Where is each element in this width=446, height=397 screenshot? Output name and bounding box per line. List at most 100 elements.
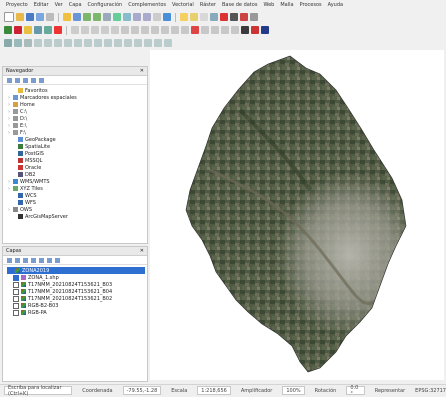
deselect-icon[interactable]	[200, 13, 208, 21]
navigator-item[interactable]: › WMS/WMTS	[7, 178, 145, 185]
navigator-item[interactable]: › F:\	[7, 129, 145, 136]
navigator-item[interactable]: › D:\	[7, 115, 145, 122]
vertex-tool-icon[interactable]	[4, 39, 12, 47]
plugin-4-icon[interactable]	[231, 26, 239, 34]
menu-item[interactable]: Capa	[69, 2, 82, 8]
navigator-item[interactable]: WFS	[7, 199, 145, 206]
pan-icon[interactable]	[63, 13, 71, 21]
split-features-icon[interactable]	[114, 39, 122, 47]
navigator-item[interactable]: Oracle	[7, 164, 145, 171]
add-group-icon[interactable]	[15, 257, 20, 263]
label-icon[interactable]	[121, 26, 129, 34]
menu-item[interactable]: Ayuda	[328, 2, 343, 8]
layer-styling-icon[interactable]	[7, 257, 12, 263]
render-checkbox-label[interactable]: Representar	[375, 388, 405, 394]
fill-ring-icon[interactable]	[64, 39, 72, 47]
new-project-icon[interactable]	[4, 12, 14, 22]
refresh-icon[interactable]	[7, 77, 12, 83]
redo-icon[interactable]	[111, 26, 119, 34]
layer-item[interactable]: ZONA2019	[7, 267, 145, 274]
rotate-feature-icon[interactable]	[24, 39, 32, 47]
expand-arrow-icon[interactable]: ›	[7, 179, 11, 185]
navigator-item[interactable]: ArcGisMapServer	[7, 213, 145, 220]
new-map-view-icon[interactable]	[153, 13, 161, 21]
expand-all-icon[interactable]	[39, 257, 44, 263]
menu-item[interactable]: Editar	[34, 2, 49, 8]
navigator-item[interactable]: WCS	[7, 192, 145, 199]
save-project-icon[interactable]	[26, 13, 34, 21]
navigator-item[interactable]: › OWS	[7, 206, 145, 213]
expand-arrow-icon[interactable]: ›	[7, 186, 11, 192]
attribute-table-icon[interactable]	[210, 13, 218, 21]
scale-field[interactable]: 1:218,656	[197, 386, 231, 395]
navigator-item[interactable]: MSSQL	[7, 157, 145, 164]
rotate-point-icon[interactable]	[154, 39, 162, 47]
statistics-icon[interactable]	[220, 13, 228, 21]
simplify-icon[interactable]	[34, 39, 42, 47]
navigator-item[interactable]: › C:\	[7, 108, 145, 115]
zoom-rubberband-icon[interactable]	[103, 13, 111, 21]
move-feature-icon[interactable]	[14, 39, 22, 47]
layer-item[interactable]: ZONA_1.shp	[7, 274, 145, 281]
rotation-field[interactable]: 0.0 °	[346, 385, 365, 397]
layer-item[interactable]: RGB-PA	[7, 309, 145, 316]
collapse-all-icon[interactable]	[23, 77, 28, 83]
label-move-icon[interactable]	[151, 26, 159, 34]
expand-arrow-icon[interactable]: ›	[7, 109, 11, 115]
edit-icon[interactable]	[24, 26, 32, 34]
locator-search-input[interactable]: Escriba para localizar (Ctrl+K)	[4, 385, 73, 397]
layer-item[interactable]: RGB-B2-B03	[7, 302, 145, 309]
save-as-icon[interactable]	[36, 13, 44, 21]
delete-feature-icon[interactable]	[54, 26, 62, 34]
python-console-icon[interactable]	[191, 26, 199, 34]
select-features-icon[interactable]	[190, 13, 198, 21]
remove-layer-icon[interactable]	[55, 257, 60, 263]
copy-icon[interactable]	[81, 26, 89, 34]
layer-item[interactable]: T17NMM_20210824T153621_B02	[7, 295, 145, 302]
filter-legend-icon[interactable]	[31, 257, 36, 263]
delete-ring-icon[interactable]	[74, 39, 82, 47]
filter-icon[interactable]	[15, 77, 20, 83]
map-canvas[interactable]	[150, 50, 444, 380]
coordinate-field[interactable]: -79.55,-1.28	[122, 386, 162, 395]
expand-arrow-icon[interactable]: ›	[7, 123, 11, 129]
expand-arrow-icon[interactable]: ›	[7, 95, 11, 101]
plugin-7-icon[interactable]	[261, 26, 269, 34]
plugin-2-icon[interactable]	[211, 26, 219, 34]
navigator-item[interactable]: PostGIS	[7, 150, 145, 157]
help-icon[interactable]	[39, 77, 44, 83]
magnifier-field[interactable]: 100%	[282, 386, 305, 395]
expand-arrow-icon[interactable]: ›	[7, 130, 11, 136]
layer-visibility-checkbox[interactable]	[13, 288, 19, 295]
zoom-last-icon[interactable]	[133, 13, 141, 21]
expand-arrow-icon[interactable]: ›	[7, 102, 11, 108]
navigator-item[interactable]: Favoritos	[7, 87, 145, 94]
collapse-all-icon[interactable]	[47, 257, 52, 263]
layer-visibility-checkbox[interactable]	[13, 302, 19, 309]
expand-arrow-icon[interactable]: ›	[7, 207, 11, 213]
text-annotation-icon[interactable]	[250, 13, 258, 21]
layer-visibility-checkbox[interactable]	[13, 274, 19, 281]
add-feature-icon[interactable]	[44, 26, 52, 34]
zoom-next-icon[interactable]	[143, 13, 151, 21]
expand-arrow-icon[interactable]: ›	[7, 116, 11, 122]
layer-visibility-checkbox[interactable]	[13, 281, 19, 288]
properties-icon[interactable]	[31, 77, 36, 83]
layer-item[interactable]: T17NMM_20210824T153621_B03	[7, 281, 145, 288]
panel-close-icon[interactable]: ✕	[140, 248, 144, 254]
add-ring-icon[interactable]	[44, 39, 52, 47]
plugin-3-icon[interactable]	[221, 26, 229, 34]
annotation-icon[interactable]	[240, 13, 248, 21]
refresh-icon[interactable]	[163, 13, 171, 21]
split-parts-icon[interactable]	[124, 39, 132, 47]
pan-to-selection-icon[interactable]	[73, 13, 81, 21]
navigator-item[interactable]: › Marcadores espaciales	[7, 94, 145, 101]
menu-item[interactable]: Proyecto	[6, 2, 28, 8]
trim-extend-icon[interactable]	[164, 39, 172, 47]
crs-button[interactable]: EPSG:32717	[415, 388, 446, 394]
merge-attributes-icon[interactable]	[144, 39, 152, 47]
zoom-in-icon[interactable]	[83, 13, 91, 21]
manage-map-themes-icon[interactable]	[23, 257, 28, 263]
measure-icon[interactable]	[230, 13, 238, 21]
menu-item[interactable]: Complementos	[128, 2, 166, 8]
